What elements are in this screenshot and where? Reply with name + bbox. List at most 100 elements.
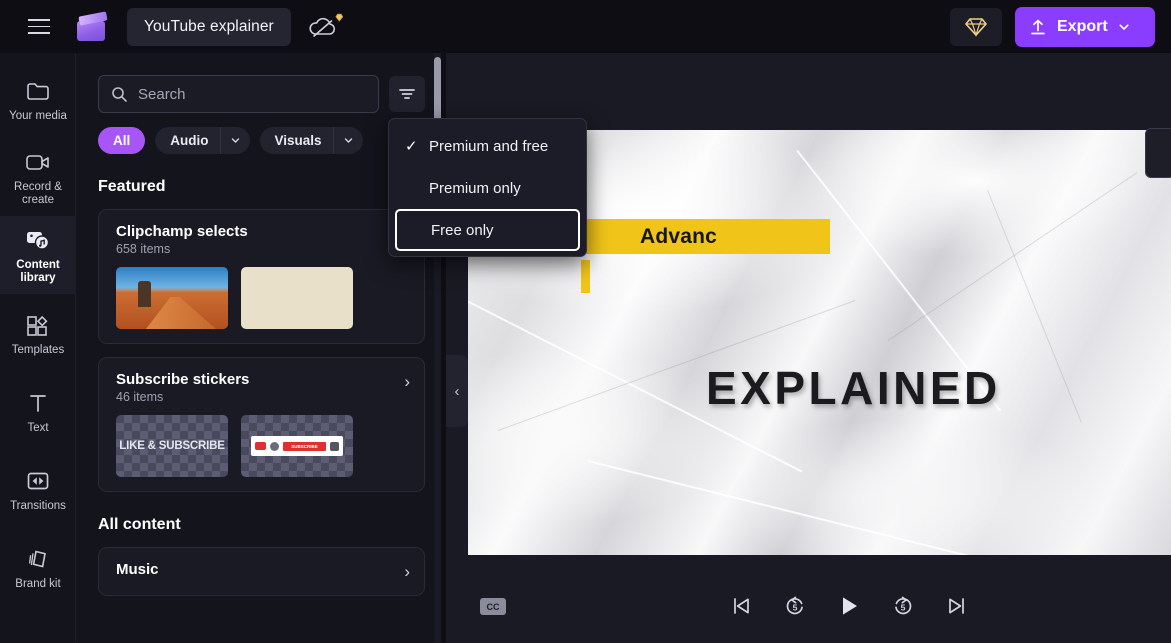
transitions-icon [25, 466, 51, 496]
featured-section-title: Featured [98, 178, 166, 195]
templates-icon [25, 310, 51, 340]
sidebar-item-brand-kit[interactable]: Brand kit [0, 528, 76, 606]
highlight-banner: Advanc [560, 219, 830, 254]
project-title-text: YouTube explainer [144, 17, 274, 35]
skip-to-start-button[interactable] [727, 591, 755, 621]
filter-icon [399, 89, 415, 99]
chevron-right-icon[interactable]: › [404, 561, 410, 581]
playback-controls: 5 5 [727, 591, 971, 621]
thumbnail-desert-horse[interactable] [116, 267, 228, 329]
rewind-5s-button[interactable]: 5 [781, 591, 809, 621]
all-content-section-title: All content [98, 516, 181, 533]
chevron-down-icon [1119, 23, 1129, 30]
export-label: Export [1057, 17, 1108, 35]
pill-visuals[interactable]: Visuals [259, 127, 363, 154]
search-placeholder: Search [138, 85, 186, 103]
sidebar-item-templates[interactable]: Templates [0, 294, 76, 372]
forward-5-icon: 5 [895, 596, 912, 615]
dropdown-item-label: Free only [431, 221, 494, 239]
left-nav-rail: Your media Record & create Content libra… [0, 53, 76, 643]
video-camera-icon [24, 147, 52, 177]
chevron-left-icon: ‹ [454, 382, 460, 400]
sidebar-item-your-media[interactable]: Your media [0, 60, 76, 138]
app-header: YouTube explainer Export [0, 0, 1171, 53]
search-icon [112, 86, 127, 102]
svg-text:5: 5 [793, 603, 798, 613]
sidebar-item-label: Text [27, 421, 49, 434]
card-clipchamp-selects[interactable]: Clipchamp selects 658 items › [98, 209, 425, 344]
text-icon [26, 388, 50, 418]
cloud-off-icon[interactable] [307, 10, 345, 44]
check-icon: ✓ [405, 138, 418, 155]
explained-title-text: EXPLAINED [706, 362, 1001, 414]
content-library-icon [24, 225, 52, 255]
playback-bar: CC 5 5 [446, 577, 1171, 643]
subscribe-chip: SUBSCRIBE [283, 441, 326, 451]
thumbnail-subscribe-bar[interactable]: SUBSCRIBE [241, 415, 353, 477]
thumbnail-text: LIKE & SUBSCRIBE [119, 440, 225, 452]
brand-kit-icon [25, 544, 51, 574]
card-count: 46 items [116, 390, 164, 404]
sidebar-item-content-library[interactable]: Content library [0, 216, 76, 294]
skip-previous-icon [734, 598, 749, 614]
dropdown-item-free-only[interactable]: Free only [395, 209, 580, 251]
sidebar-item-label: Brand kit [15, 577, 61, 590]
pill-audio[interactable]: Audio [155, 127, 250, 154]
chevron-right-icon[interactable]: › [404, 371, 410, 391]
premium-diamond-icon[interactable] [950, 7, 1002, 46]
card-subscribe-stickers[interactable]: Subscribe stickers 46 items › LIKE & SUB… [98, 357, 425, 492]
sidebar-item-label: Transitions [10, 499, 66, 512]
card-title: Subscribe stickers [116, 371, 250, 388]
replay-5-icon: 5 [786, 596, 803, 615]
thumbnail-like-subscribe[interactable]: LIKE & SUBSCRIBE [116, 415, 228, 477]
clipchamp-editor: YouTube explainer Export Your media Reco… [0, 0, 1171, 643]
skip-to-end-button[interactable] [943, 591, 971, 621]
sidebar-item-transitions[interactable]: Transitions [0, 450, 76, 528]
export-button[interactable]: Export [1015, 6, 1155, 47]
avatar [270, 441, 279, 451]
sidebar-item-label: Record & create [14, 181, 62, 206]
card-count: 658 items [116, 242, 171, 256]
highlight-text: Advanc [640, 224, 718, 248]
search-row: Search [76, 53, 439, 113]
right-panel-stub-button[interactable] [1145, 128, 1171, 178]
card-title: Music [116, 561, 159, 578]
dropdown-item-premium-and-free[interactable]: ✓ Premium and free [389, 125, 586, 167]
dropdown-item-label: Premium only [429, 179, 521, 197]
hamburger-menu-icon[interactable] [19, 7, 59, 47]
dropdown-item-premium-only[interactable]: Premium only [389, 167, 586, 209]
clipchamp-logo-icon[interactable] [75, 10, 109, 42]
content-library-panel: Search All Audio Visuals Featured Clipch… [76, 53, 439, 643]
sidebar-item-record-create[interactable]: Record & create [0, 138, 76, 216]
pill-visuals-label[interactable]: Visuals [260, 133, 333, 148]
bell-icon [330, 441, 339, 451]
pill-visuals-chevron-down-icon[interactable] [332, 127, 363, 154]
filter-button[interactable] [389, 76, 425, 112]
sidebar-item-label: Templates [11, 343, 65, 356]
captions-button[interactable]: CC [480, 598, 506, 615]
filter-pills: All Audio Visuals [76, 113, 439, 154]
sidebar-item-label: Content library [16, 259, 60, 284]
play-button[interactable] [835, 591, 863, 621]
sidebar-item-text[interactable]: Text [0, 372, 76, 450]
header-right-actions: Export [950, 6, 1171, 47]
collapse-panel-button[interactable]: ‹ [446, 355, 468, 427]
project-title-input[interactable]: YouTube explainer [127, 7, 291, 46]
pill-all[interactable]: All [98, 127, 146, 154]
card-title: Clipchamp selects [116, 223, 248, 240]
svg-text:5: 5 [901, 603, 906, 613]
play-icon [843, 597, 857, 615]
sidebar-item-label: Your media [9, 109, 67, 122]
card-music[interactable]: Music › [98, 547, 425, 596]
upload-arrow-icon [1031, 19, 1045, 34]
dropdown-item-label: Premium and free [429, 137, 549, 155]
pill-audio-chevron-down-icon[interactable] [219, 127, 250, 154]
forward-5s-button[interactable]: 5 [889, 591, 917, 621]
skip-next-icon [949, 598, 964, 614]
thumbnail-cream-card[interactable] [241, 267, 353, 329]
folder-icon [25, 76, 51, 106]
premium-filter-dropdown: ✓ Premium and free Premium only Free onl… [388, 118, 587, 257]
pill-label: All [113, 133, 131, 148]
search-input[interactable]: Search [98, 75, 379, 113]
pill-audio-label[interactable]: Audio [155, 133, 219, 148]
